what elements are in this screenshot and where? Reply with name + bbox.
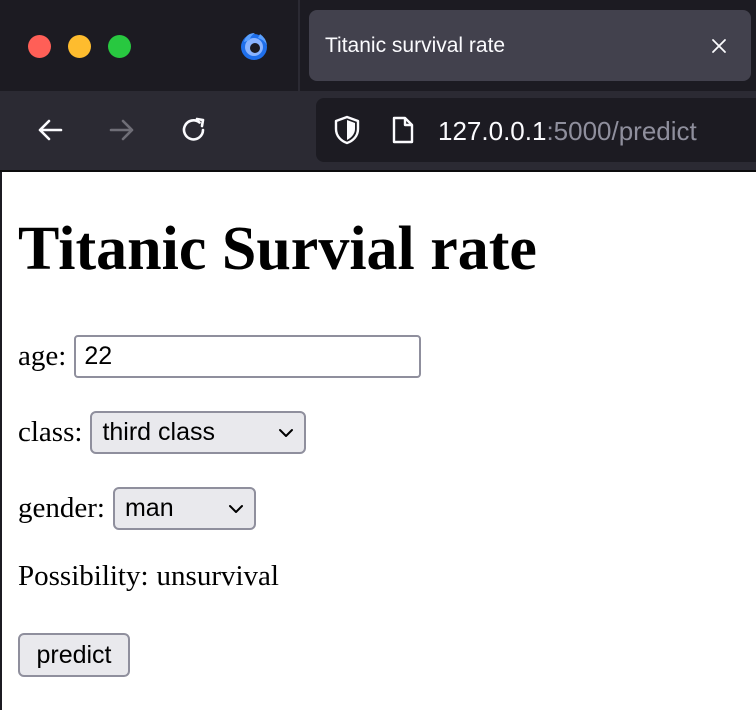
window-close-button[interactable] — [28, 35, 51, 58]
chevron-down-icon — [279, 428, 294, 437]
result-value: unsurvival — [156, 560, 279, 592]
age-input[interactable]: 22 — [74, 335, 422, 378]
chrome-divider — [0, 170, 756, 172]
document-icon[interactable] — [390, 115, 416, 145]
class-row: class: third class — [18, 411, 307, 454]
page-title: Titanic Survial rate — [18, 215, 537, 283]
gender-selected: man — [124, 494, 174, 522]
tab-title: Titanic survival rate — [325, 34, 506, 57]
window-maximize-button[interactable] — [108, 35, 131, 58]
firefox-icon[interactable] — [238, 30, 270, 62]
gender-label: gender: — [18, 492, 105, 524]
browser-navbar: 127.0.0.1:5000/predict — [0, 91, 756, 170]
arrow-left-icon[interactable] — [34, 114, 66, 146]
window-minimize-button[interactable] — [68, 35, 91, 58]
tab-divider — [298, 0, 300, 91]
result-label: Possibility: — [18, 560, 149, 592]
close-icon[interactable] — [711, 38, 727, 54]
class-selected: third class — [102, 418, 215, 446]
result-row: Possibility: unsurvival — [18, 560, 279, 593]
url-path: :5000/predict — [546, 116, 697, 146]
arrow-right-icon[interactable] — [106, 114, 138, 146]
predict-button[interactable]: predict — [18, 633, 130, 677]
url-bar[interactable]: 127.0.0.1:5000/predict — [316, 98, 756, 162]
age-row: age: 22 — [18, 335, 422, 378]
tab-active[interactable]: Titanic survival rate — [309, 10, 751, 81]
url-text[interactable]: 127.0.0.1:5000/predict — [438, 116, 697, 147]
gender-row: gender: man — [18, 487, 256, 530]
age-value: 22 — [84, 342, 113, 370]
age-label: age: — [18, 340, 67, 372]
window-edge — [0, 172, 2, 710]
class-label: class: — [18, 416, 83, 448]
url-host: 127.0.0.1 — [438, 116, 547, 146]
gender-select[interactable]: man — [112, 487, 256, 530]
class-select[interactable]: third class — [90, 411, 307, 454]
chevron-down-icon — [228, 504, 243, 513]
shield-icon[interactable] — [332, 114, 362, 146]
browser-titlebar: Titanic survival rate — [0, 0, 756, 91]
reload-icon[interactable] — [178, 114, 210, 146]
